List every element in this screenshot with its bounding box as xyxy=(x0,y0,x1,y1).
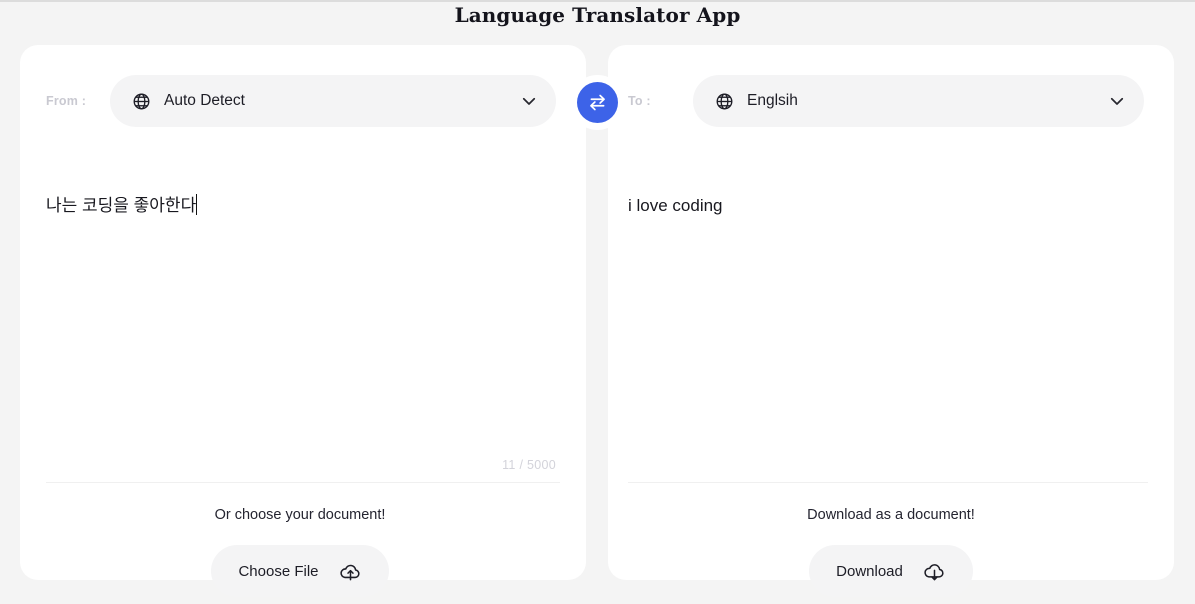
target-text: i love coding xyxy=(628,196,723,215)
choose-file-label: Choose File xyxy=(238,562,319,580)
source-document-prompt: Or choose your document! xyxy=(214,507,386,523)
source-language-header: From : Auto Detect xyxy=(20,75,586,127)
page-title: Language Translator App xyxy=(454,3,741,27)
globe-icon xyxy=(133,93,150,109)
chevron-down-icon xyxy=(522,97,536,105)
source-text: 나는 코딩을 좋아한다 xyxy=(46,196,197,215)
target-language-select[interactable]: Englsih xyxy=(693,75,1144,127)
download-label: Download xyxy=(836,562,903,580)
target-document-actions: Download xyxy=(608,545,1174,597)
target-language-header: To : Englsih xyxy=(608,75,1174,127)
target-divider xyxy=(628,482,1148,483)
swap-languages-button[interactable] xyxy=(577,82,618,123)
target-card: To : Englsih i love coding Download as a… xyxy=(608,45,1174,597)
globe-icon xyxy=(716,93,733,109)
target-document-prompt: Download as a document! xyxy=(807,507,975,523)
source-textarea[interactable]: 나는 코딩을 좋아한다 xyxy=(20,193,586,461)
from-label: From : xyxy=(46,94,87,108)
source-divider xyxy=(46,482,560,483)
source-document-actions: Choose File xyxy=(20,545,580,597)
cloud-download-icon xyxy=(924,563,944,580)
chevron-down-icon xyxy=(1110,97,1124,105)
swap-button-wrapper xyxy=(570,75,625,130)
choose-file-button[interactable]: Choose File xyxy=(211,545,389,597)
source-language-select[interactable]: Auto Detect xyxy=(110,75,556,127)
download-button[interactable]: Download xyxy=(809,545,973,597)
target-textarea[interactable]: i love coding xyxy=(608,193,1174,461)
cloud-upload-icon xyxy=(339,564,360,580)
source-card: From : Auto Detect 나는 코딩을 좋아한다 11 / 5000 xyxy=(20,45,586,597)
swap-arrows-icon xyxy=(590,94,605,111)
character-counter: 11 / 5000 xyxy=(502,458,556,472)
target-language-value: Englsih xyxy=(747,92,798,109)
text-cursor xyxy=(196,194,198,215)
source-language-value: Auto Detect xyxy=(164,92,245,109)
